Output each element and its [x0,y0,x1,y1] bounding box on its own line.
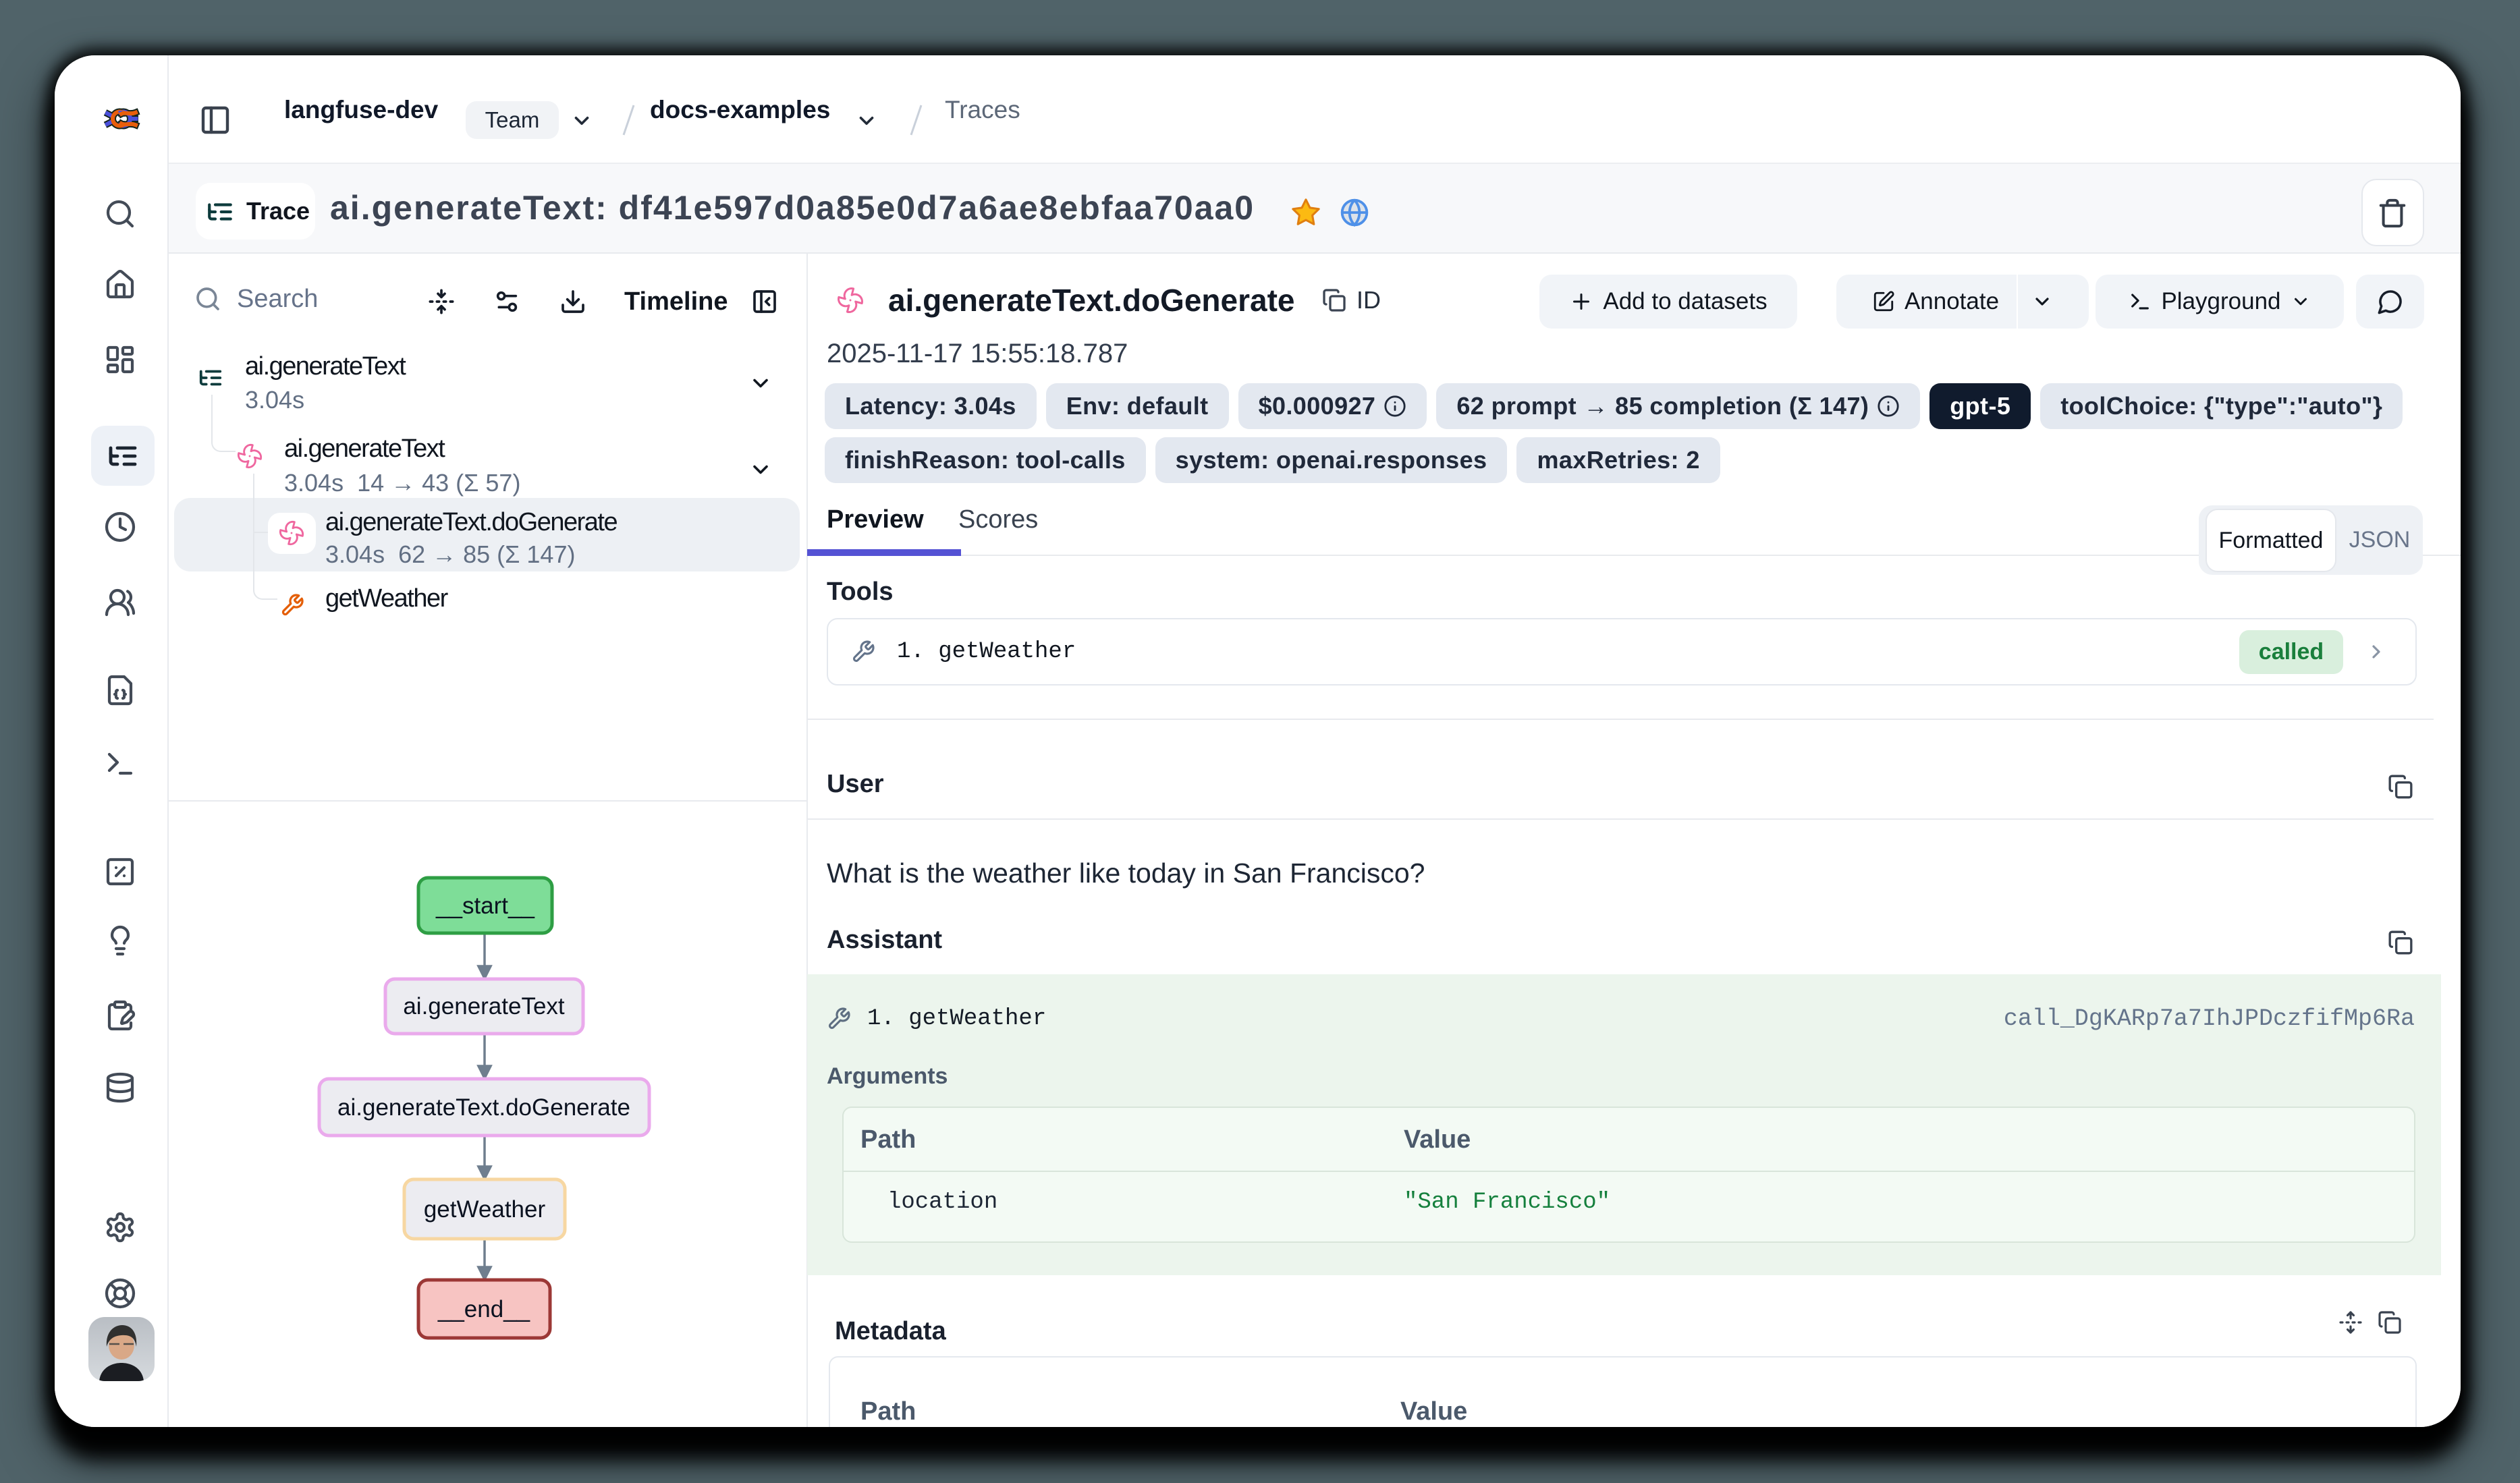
svg-text:__start__: __start__ [435,893,535,919]
svg-text:getWeather: getWeather [424,1196,546,1223]
svg-text:__end__: __end__ [437,1296,530,1322]
svg-text:ai.generateText.doGenerate: ai.generateText.doGenerate [337,1094,630,1121]
svg-text:ai.generateText: ai.generateText [403,993,565,1019]
